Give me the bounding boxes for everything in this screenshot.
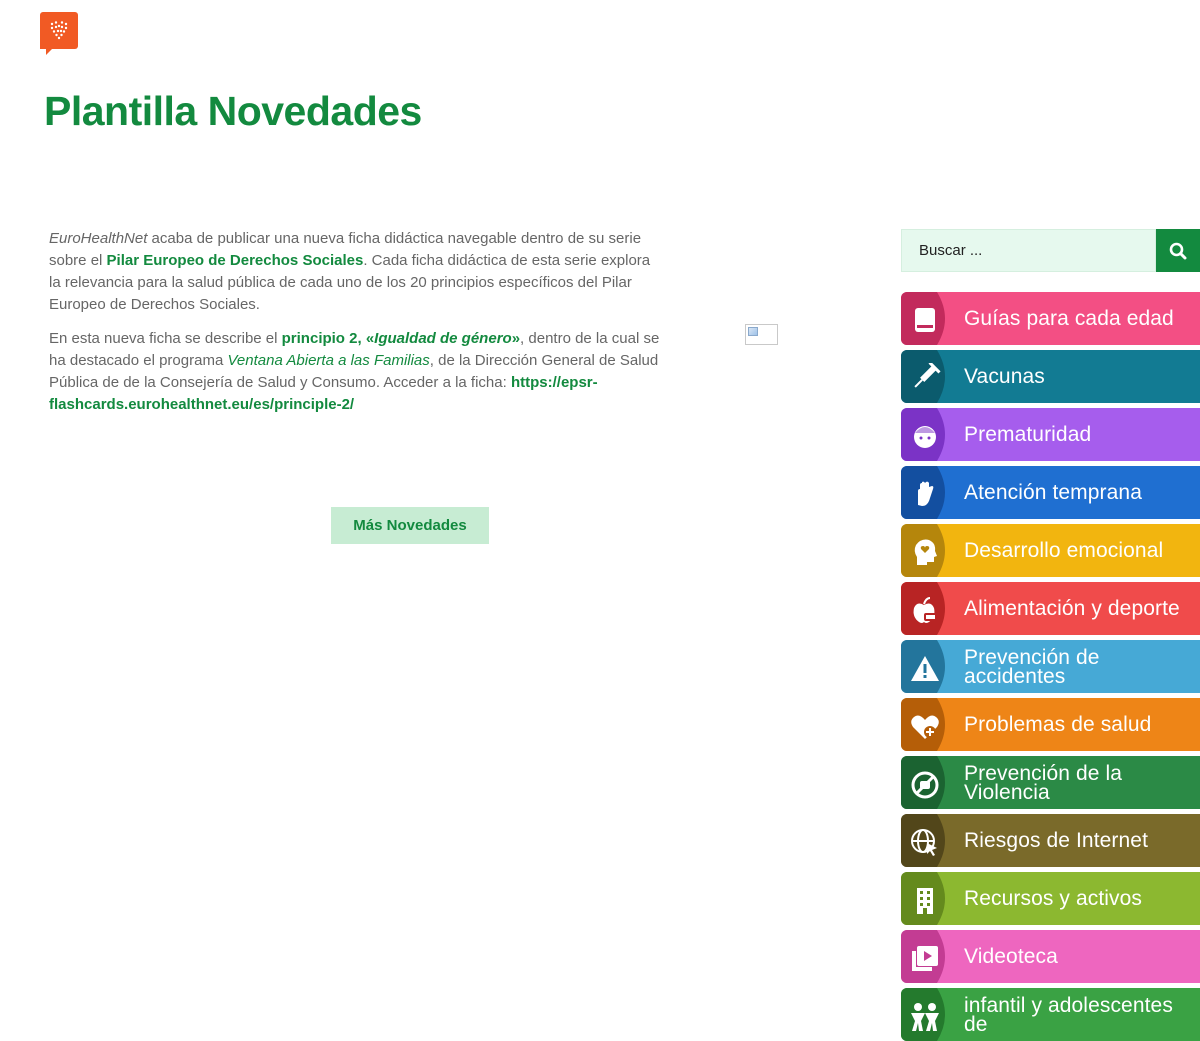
heart-plus-icon bbox=[909, 711, 941, 743]
menu-item-infantil-y-adolescentes-de[interactable]: infantil y adolescentes de bbox=[901, 988, 1200, 1041]
menu-item-label: Riesgos de Internet bbox=[964, 829, 1149, 852]
menu-item-riesgos-de-internet[interactable]: Riesgos de Internet bbox=[901, 814, 1200, 867]
menu-item-label: Atención temprana bbox=[964, 481, 1142, 504]
menu-icon-cell bbox=[901, 756, 951, 809]
menu-item-label: Desarrollo emocional bbox=[964, 539, 1164, 562]
search-button[interactable] bbox=[1156, 229, 1200, 272]
baby-icon bbox=[909, 421, 941, 453]
menu-item-label: Vacunas bbox=[964, 365, 1045, 388]
menu-icon-cell bbox=[901, 350, 951, 403]
broken-image-icon bbox=[745, 324, 778, 345]
principle-link[interactable]: principio 2, «Igualdad de género» bbox=[282, 330, 520, 347]
building-icon bbox=[909, 885, 941, 917]
menu-icon-cell bbox=[901, 524, 951, 577]
book-icon bbox=[909, 305, 941, 337]
globe-cursor-icon bbox=[909, 827, 941, 859]
apple-icon bbox=[909, 595, 941, 627]
page-title: Plantilla Novedades bbox=[44, 88, 422, 134]
menu-item-label: Alimentación y deporte bbox=[964, 597, 1180, 620]
menu-item-label: Prematuridad bbox=[964, 423, 1092, 446]
menu-item-alimentacion-y-deporte[interactable]: Alimentación y deporte bbox=[901, 582, 1200, 635]
article-paragraph-2: En esta nueva ficha se describe el princ… bbox=[49, 328, 664, 416]
menu-item-label: Videoteca bbox=[964, 945, 1058, 968]
menu-item-prematuridad[interactable]: Prematuridad bbox=[901, 408, 1200, 461]
syringe-icon bbox=[909, 363, 941, 395]
menu-icon-cell bbox=[901, 930, 951, 983]
menu-icon-cell bbox=[901, 872, 951, 925]
children-icon bbox=[909, 1001, 941, 1033]
menu-item-problemas-de-salud[interactable]: Problemas de salud bbox=[901, 698, 1200, 751]
pillar-link[interactable]: Pilar Europeo de Derechos Sociales bbox=[107, 252, 364, 269]
paragraph-text: En esta nueva ficha se describe el bbox=[49, 330, 282, 347]
hand-icon bbox=[909, 479, 941, 511]
no-violence-icon bbox=[909, 769, 941, 801]
warning-icon bbox=[909, 653, 941, 685]
head-heart-icon bbox=[909, 537, 941, 569]
program-link[interactable]: Ventana Abierta a las Familias bbox=[227, 352, 429, 369]
menu-icon-cell bbox=[901, 582, 951, 635]
menu-icon-cell bbox=[901, 292, 951, 345]
menu-item-label: Prevención de accidentes bbox=[964, 645, 1100, 688]
search-icon bbox=[1169, 242, 1187, 259]
more-news-button[interactable]: Más Novedades bbox=[331, 507, 489, 544]
principle-name: Igualdad de género bbox=[374, 330, 512, 347]
principle-label: principio 2, « bbox=[281, 330, 375, 347]
menu-item-label: Problemas de salud bbox=[964, 713, 1152, 736]
search-input[interactable] bbox=[901, 229, 1156, 272]
menu-item-recursos-y-activos[interactable]: Recursos y activos bbox=[901, 872, 1200, 925]
menu-icon-cell bbox=[901, 814, 951, 867]
menu-icon-cell bbox=[901, 466, 951, 519]
video-icon bbox=[909, 943, 941, 975]
menu-icon-cell bbox=[901, 988, 951, 1041]
menu-item-label: Guías para cada edad bbox=[964, 307, 1174, 330]
menu-item-vacunas[interactable]: Vacunas bbox=[901, 350, 1200, 403]
heart-dots-logo-icon bbox=[50, 21, 68, 40]
menu-icon-cell bbox=[901, 698, 951, 751]
article-body: EuroHealthNet acaba de publicar una nuev… bbox=[49, 228, 664, 428]
menu-item-label: Prevención de la Violencia bbox=[964, 761, 1123, 804]
menu-item-prevencion-de-la-violencia[interactable]: Prevención de la Violencia bbox=[901, 756, 1200, 809]
menu-item-guias-para-cada-edad[interactable]: Guías para cada edad bbox=[901, 292, 1200, 345]
site-logo[interactable] bbox=[40, 12, 78, 55]
menu-icon-cell bbox=[901, 640, 951, 693]
menu-item-label: Recursos y activos bbox=[964, 887, 1143, 910]
menu-item-label: infantil y adolescentes de bbox=[964, 993, 1173, 1036]
menu-item-desarrollo-emocional[interactable]: Desarrollo emocional bbox=[901, 524, 1200, 577]
menu-item-videoteca[interactable]: Videoteca bbox=[901, 930, 1200, 983]
principle-end: » bbox=[511, 330, 521, 347]
menu-icon-cell bbox=[901, 408, 951, 461]
menu-item-atencion-temprana[interactable]: Atención temprana bbox=[901, 466, 1200, 519]
article-paragraph-1: EuroHealthNet acaba de publicar una nuev… bbox=[49, 228, 664, 316]
org-name: EuroHealthNet bbox=[49, 230, 148, 247]
menu-item-prevencion-de-accidentes[interactable]: Prevención de accidentes bbox=[901, 640, 1200, 693]
